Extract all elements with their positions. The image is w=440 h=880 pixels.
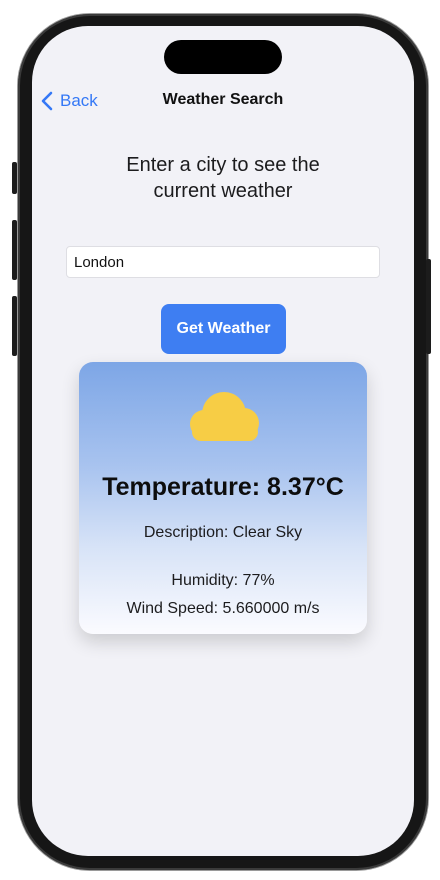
side-button-power: [426, 259, 431, 354]
temperature-text: Temperature: 8.37°C: [102, 473, 344, 501]
city-prompt: Enter a city to see the current weather: [126, 154, 320, 202]
wind-speed-text: Wind Speed: 5.660000 m/s: [126, 600, 320, 617]
side-button-volume-down: [12, 296, 17, 356]
page-title: Weather Search: [162, 91, 284, 108]
dynamic-island: [164, 40, 282, 74]
city-input[interactable]: [66, 246, 380, 278]
side-button-mute: [12, 162, 17, 194]
cloud-icon: [190, 392, 259, 441]
app-screen: Back Weather Search Enter a city to see …: [32, 26, 414, 856]
side-button-volume-up: [12, 220, 17, 280]
weather-card: Temperature: 8.37°C Description: Clear S…: [79, 362, 367, 634]
humidity-text: Humidity: 77%: [171, 572, 275, 589]
description-text: Description: Clear Sky: [143, 524, 303, 541]
get-weather-button[interactable]: Get Weather: [161, 304, 286, 354]
